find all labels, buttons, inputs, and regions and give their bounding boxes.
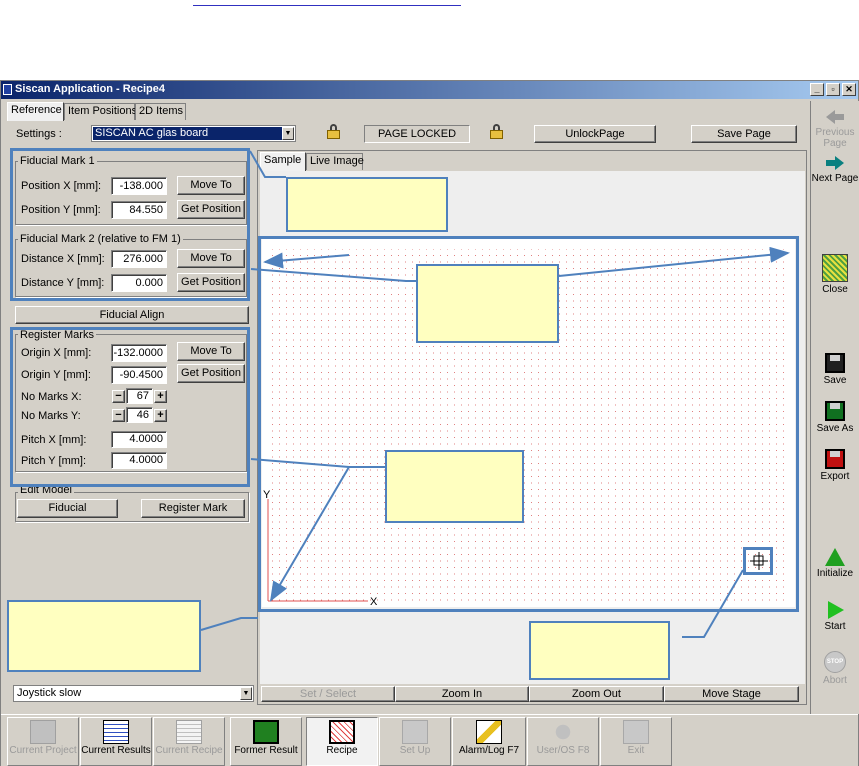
right-sidebar: Previous Page Next Page Close Save Save …	[810, 101, 859, 714]
arrow-right-icon	[826, 155, 844, 171]
recipe-button[interactable]: Recipe	[306, 717, 378, 766]
current-results-label: Current Results	[81, 745, 151, 756]
keys-icon	[550, 720, 576, 744]
initialize-label: Initialize	[816, 568, 854, 579]
close-label: Close	[822, 284, 848, 295]
recipe-list-icon	[176, 720, 202, 744]
bottom-taskbar: Current Project Current Results Current …	[1, 714, 858, 766]
start-button[interactable]: Start	[811, 601, 859, 632]
user-os-button[interactable]: User/OS F8	[527, 717, 599, 766]
recipe-icon	[329, 720, 355, 744]
pencil-note-icon	[476, 720, 502, 744]
current-recipe-button[interactable]: Current Recipe	[153, 717, 225, 766]
floppy-icon	[825, 353, 845, 373]
current-project-button[interactable]: Current Project	[7, 717, 79, 766]
project-icon	[30, 720, 56, 744]
recipe-label: Recipe	[326, 745, 358, 756]
set-up-button[interactable]: Set Up	[379, 717, 451, 766]
user-os-label: User/OS F8	[536, 745, 590, 756]
exit-button[interactable]: Exit	[600, 717, 672, 766]
current-results-button[interactable]: Current Results	[80, 717, 152, 766]
floppy-green-icon	[825, 401, 845, 421]
former-result-button[interactable]: Former Result	[230, 717, 302, 766]
set-up-label: Set Up	[399, 745, 431, 756]
abort-button[interactable]: STOP Abort	[811, 651, 859, 686]
current-recipe-label: Current Recipe	[155, 745, 223, 756]
callout-arrows	[200, 150, 790, 638]
export-label: Export	[820, 471, 850, 482]
start-label: Start	[824, 621, 846, 632]
save-button[interactable]: Save	[811, 353, 859, 386]
app-window: Siscan Application - Recipe4 _ ▫ ✕ Refer…	[0, 80, 859, 766]
triangle-icon	[825, 548, 845, 566]
top-link-underline	[193, 0, 461, 6]
previous-page-button[interactable]: Previous Page	[811, 109, 859, 149]
exit-label: Exit	[627, 745, 645, 756]
current-project-label: Current Project	[9, 745, 77, 756]
play-icon	[828, 601, 844, 619]
results-list-icon	[103, 720, 129, 744]
exit-door-icon	[623, 720, 649, 744]
save-as-button[interactable]: Save As	[811, 401, 859, 434]
save-label: Save	[823, 375, 847, 386]
previous-page-label: Previous Page	[815, 127, 855, 149]
abort-label: Abort	[823, 675, 847, 686]
save-as-label: Save As	[816, 423, 854, 434]
arrow-left-icon	[826, 109, 844, 125]
setup-icon	[402, 720, 428, 744]
floppy-red-icon	[825, 449, 845, 469]
initialize-button[interactable]: Initialize	[811, 548, 859, 579]
alarm-log-label: Alarm/Log F7	[458, 745, 520, 756]
former-result-label: Former Result	[234, 745, 298, 756]
export-button[interactable]: Export	[811, 449, 859, 482]
close-folder-icon	[822, 254, 848, 282]
next-page-label: Next Page	[811, 173, 859, 184]
former-result-icon	[253, 720, 279, 744]
close-button[interactable]: Close	[811, 254, 859, 295]
stop-icon: STOP	[824, 651, 846, 673]
next-page-button[interactable]: Next Page	[811, 155, 859, 184]
alarm-log-button[interactable]: Alarm/Log F7	[452, 717, 526, 766]
